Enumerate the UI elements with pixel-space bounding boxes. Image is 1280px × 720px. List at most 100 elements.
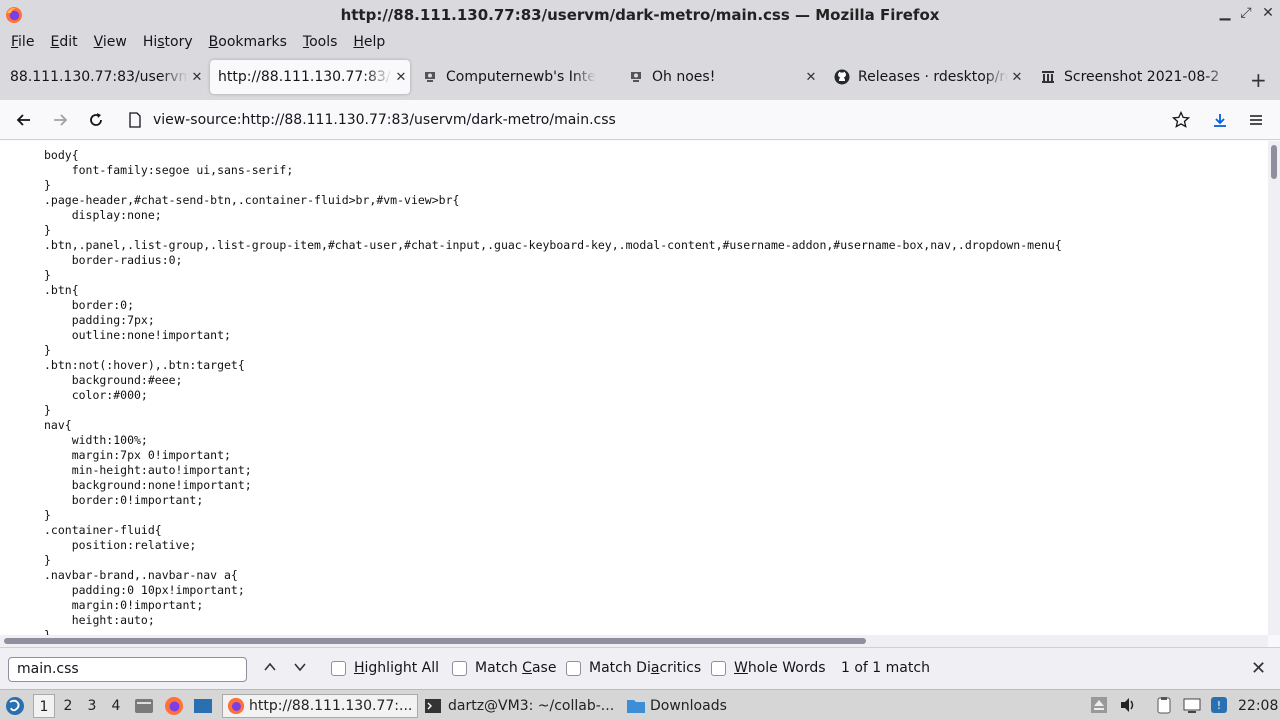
find-previous-icon[interactable] xyxy=(260,659,280,678)
workspace-2[interactable]: 2 xyxy=(57,694,79,718)
reload-icon[interactable] xyxy=(84,108,108,132)
tab-rdesktop-releases[interactable]: Releases · rdesktop/rdesktop ✕ xyxy=(826,60,1026,94)
source-line: nav{ xyxy=(44,418,72,432)
computernewb-icon xyxy=(422,69,438,85)
clipboard-icon[interactable] xyxy=(1155,696,1173,714)
workspace-4[interactable]: 4 xyxy=(105,694,127,718)
source-line: .btn:not(:hover),.btn:target{ xyxy=(44,358,245,372)
source-line: font-family:segoe ui,sans-serif; xyxy=(44,163,294,177)
horizontal-scrollbar[interactable] xyxy=(0,635,1268,647)
source-line: background:#eee; xyxy=(44,373,183,387)
taskbar: 1 2 3 4 http://88.111.130.77:... dartz@V… xyxy=(0,689,1280,720)
start-menu-icon[interactable] xyxy=(5,694,25,718)
github-icon xyxy=(834,69,850,85)
match-diacritics-checkbox[interactable]: Match Diacritics xyxy=(566,660,701,676)
workspace-1[interactable]: 1 xyxy=(33,694,55,718)
bookmark-star-icon[interactable] xyxy=(1169,108,1193,132)
source-line: .btn,.panel,.list-group,.list-group-item… xyxy=(44,238,1062,252)
network-icon[interactable]: ! xyxy=(1210,696,1228,714)
tab-close-icon[interactable]: ✕ xyxy=(1008,70,1026,85)
minimize-icon[interactable]: ▁ xyxy=(1215,5,1235,21)
menu-tools[interactable]: Tools xyxy=(295,34,346,50)
source-line: } xyxy=(44,553,51,567)
whole-words-checkbox[interactable]: Whole Words xyxy=(711,660,826,676)
find-input[interactable]: main.css xyxy=(8,657,247,682)
close-find-bar-icon[interactable]: ✕ xyxy=(1251,658,1266,679)
maximize-icon[interactable]: ⤢ xyxy=(1236,5,1256,21)
tab-bar: 88.111.130.77:83/uservm/dark-metro/ ✕ ht… xyxy=(0,54,1280,100)
back-icon[interactable] xyxy=(12,108,36,132)
taskbar-window-terminal[interactable]: dartz@VM3: ~/collab-... xyxy=(424,694,620,718)
source-line: position:relative; xyxy=(44,538,197,552)
source-line: border-radius:0; xyxy=(44,253,183,267)
source-line: } xyxy=(44,628,51,635)
menu-file[interactable]: File xyxy=(3,34,42,50)
archive-icon xyxy=(1040,69,1056,85)
menu-bookmarks[interactable]: Bookmarks xyxy=(201,34,295,50)
folder-icon xyxy=(627,700,645,713)
url-bar[interactable]: view-source:http://88.111.130.77:83/user… xyxy=(120,104,1200,136)
desktop-launcher-icon[interactable] xyxy=(193,694,213,718)
tab-main-css[interactable]: http://88.111.130.77:83/uservm/dark-metr… xyxy=(210,60,410,94)
tab-close-icon[interactable]: ✕ xyxy=(802,70,820,85)
tab-dark-metro-dir[interactable]: 88.111.130.77:83/uservm/dark-metro/ ✕ xyxy=(2,60,206,94)
source-line: margin:7px 0!important; xyxy=(44,448,231,462)
source-line: border:0; xyxy=(44,298,135,312)
menu-history[interactable]: History xyxy=(135,34,201,50)
find-bar: main.css Highlight All Match Case Match … xyxy=(0,647,1280,689)
tab-computernewb[interactable]: Computernewb's Internet ✕ xyxy=(414,60,614,94)
downloads-icon[interactable] xyxy=(1208,108,1232,132)
vertical-scrollbar-thumb[interactable] xyxy=(1271,145,1277,179)
tab-screenshot[interactable]: Screenshot 2021-08-2 xyxy=(1032,60,1232,94)
workspace-3[interactable]: 3 xyxy=(81,694,103,718)
volume-icon[interactable] xyxy=(1119,696,1137,714)
css-source-code: body{ font-family:segoe ui,sans-serif;}.… xyxy=(44,148,1062,635)
highlight-all-checkbox[interactable]: Highlight All xyxy=(331,660,439,676)
source-line: .container-fluid{ xyxy=(44,523,162,537)
vertical-scrollbar[interactable] xyxy=(1268,141,1280,635)
window-title: http://88.111.130.77:83/uservm/dark-metr… xyxy=(340,6,940,24)
source-line: .page-header,#chat-send-btn,.container-f… xyxy=(44,193,460,207)
match-case-checkbox[interactable]: Match Case xyxy=(452,660,556,676)
view-source-content[interactable]: body{ font-family:segoe ui,sans-serif;}.… xyxy=(0,141,1268,635)
source-line: } xyxy=(44,508,51,522)
source-line: display:none; xyxy=(44,208,162,222)
source-line: .navbar-brand,.navbar-nav a{ xyxy=(44,568,238,582)
firefox-icon xyxy=(6,7,22,23)
source-line: .btn{ xyxy=(44,283,79,297)
eject-icon[interactable] xyxy=(1090,696,1108,714)
find-next-icon[interactable] xyxy=(290,659,310,678)
clock: 22:08 xyxy=(1238,698,1279,714)
source-line: } xyxy=(44,403,51,417)
taskbar-window-firefox[interactable]: http://88.111.130.77:... xyxy=(222,694,418,718)
tab-close-icon[interactable]: ✕ xyxy=(188,70,206,85)
firefox-launcher-icon[interactable] xyxy=(164,694,184,718)
source-line: width:100%; xyxy=(44,433,148,447)
source-line: background:none!important; xyxy=(44,478,252,492)
forward-icon[interactable] xyxy=(48,108,72,132)
computernewb-icon xyxy=(628,69,644,85)
url-text: view-source:http://88.111.130.77:83/user… xyxy=(153,112,616,128)
new-tab-icon[interactable]: + xyxy=(1250,68,1267,92)
tab-oh-noes[interactable]: Oh noes! ✕ xyxy=(620,60,820,94)
source-line: padding:7px; xyxy=(44,313,155,327)
source-line: border:0!important; xyxy=(44,493,204,507)
source-line: outline:none!important; xyxy=(44,328,231,342)
close-window-icon[interactable]: ✕ xyxy=(1258,5,1278,21)
taskbar-window-downloads[interactable]: Downloads xyxy=(626,694,822,718)
source-line: margin:0!important; xyxy=(44,598,204,612)
display-icon[interactable] xyxy=(1183,696,1201,714)
svg-text:!: ! xyxy=(1217,699,1221,712)
source-line: min-height:auto!important; xyxy=(44,463,252,477)
horizontal-scrollbar-thumb[interactable] xyxy=(4,638,866,644)
page-icon xyxy=(128,112,142,132)
source-line: padding:0 10px!important; xyxy=(44,583,245,597)
menu-help[interactable]: Help xyxy=(345,34,393,50)
hamburger-menu-icon[interactable] xyxy=(1244,108,1268,132)
match-count: 1 of 1 match xyxy=(841,660,930,676)
menu-view[interactable]: View xyxy=(86,34,135,50)
file-manager-launcher-icon[interactable] xyxy=(134,694,154,718)
menu-edit[interactable]: Edit xyxy=(42,34,85,50)
source-line: } xyxy=(44,178,51,192)
tab-close-icon[interactable]: ✕ xyxy=(392,70,410,85)
